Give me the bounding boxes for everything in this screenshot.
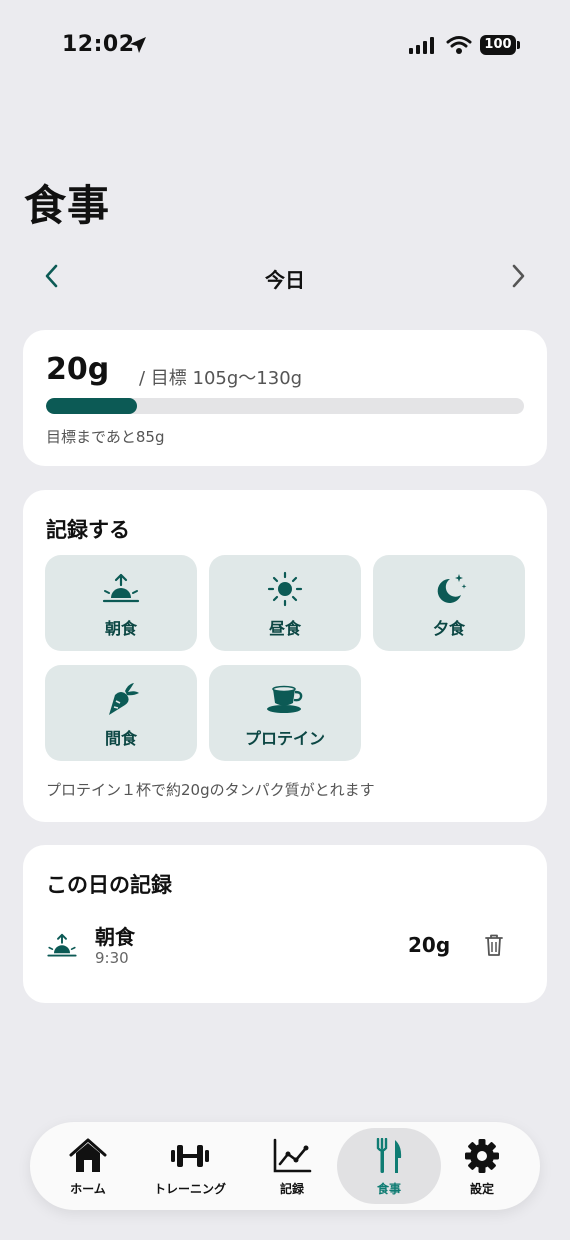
cellular-signal-icon [409,37,434,54]
lunch-button[interactable]: 昼食 [209,555,361,651]
wifi-icon [446,36,472,54]
next-day-chevron-icon[interactable] [504,262,532,290]
status-bar: 12:02 100 [0,0,570,90]
log-entry[interactable]: 朝食 9:30 20g [23,917,547,973]
date-navigation: 今日 [0,250,570,300]
status-time: 12:02 [62,32,135,57]
tab-home-label: ホーム [70,1182,106,1196]
record-meal-card: 記録する 朝食 昼食 夕食 間食 プロテイン プロテイン１杯で約20gのタンパク… [23,490,547,822]
protein-progress-bar [46,398,524,414]
tab-bar: ホーム トレーニング 記録 食事 設定 [30,1122,540,1210]
gear-icon [465,1139,499,1173]
snack-label: 間食 [104,729,137,748]
dinner-button[interactable]: 夕食 [373,555,525,651]
goal-remaining-text: 目標まであと85g [46,428,165,446]
protein-progress-fill [46,398,137,414]
chart-icon [273,1138,312,1173]
tab-meals[interactable]: 食事 [337,1128,441,1204]
protein-target: / 目標 105g〜130g [139,368,303,389]
tab-records[interactable]: 記録 [240,1128,344,1204]
carrot-icon [109,683,139,715]
battery-indicator: 100 [480,35,520,57]
tab-records-label: 記録 [279,1182,304,1196]
dinner-label: 夕食 [432,619,465,638]
breakfast-button[interactable]: 朝食 [45,555,197,651]
log-heading: この日の記録 [46,873,172,897]
tab-settings[interactable]: 設定 [430,1128,534,1204]
protein-note: プロテイン１杯で約20gのタンパク質がとれます [46,781,375,799]
cup-icon [267,685,303,713]
location-arrow-icon [130,37,146,53]
dumbbell-icon [171,1145,209,1167]
tab-training-label: トレーニング [153,1182,226,1196]
tab-home[interactable]: ホーム [36,1128,140,1204]
tab-meals-label: 食事 [376,1182,401,1196]
page-title: 食事 [24,181,111,230]
sunrise-icon [102,573,140,603]
snack-button[interactable]: 間食 [45,665,197,761]
home-icon [69,1138,107,1172]
record-heading: 記録する [46,518,130,542]
battery-level: 100 [480,35,516,55]
breakfast-label: 朝食 [104,619,137,638]
protein-button[interactable]: プロテイン [209,665,361,761]
trash-icon[interactable] [483,933,505,957]
battery-tip [517,41,520,49]
sunrise-icon [47,933,77,957]
protein-label: プロテイン [244,729,325,748]
log-entry-name: 朝食 [95,925,135,949]
day-log-card: この日の記録 朝食 9:30 20g [23,845,547,1003]
sun-icon [267,571,303,607]
date-label: 今日 [265,268,305,292]
log-entry-amount: 20g [408,933,451,957]
fork-knife-icon [376,1138,402,1173]
moon-stars-icon [437,574,467,603]
lunch-label: 昼食 [268,619,301,638]
tab-settings-label: 設定 [469,1182,494,1196]
tab-training[interactable]: トレーニング [138,1128,242,1204]
log-entry-time: 9:30 [95,949,129,967]
protein-total: 20g [46,352,110,387]
protein-goal-card: 20g / 目標 105g〜130g 目標まであと85g [23,330,547,466]
